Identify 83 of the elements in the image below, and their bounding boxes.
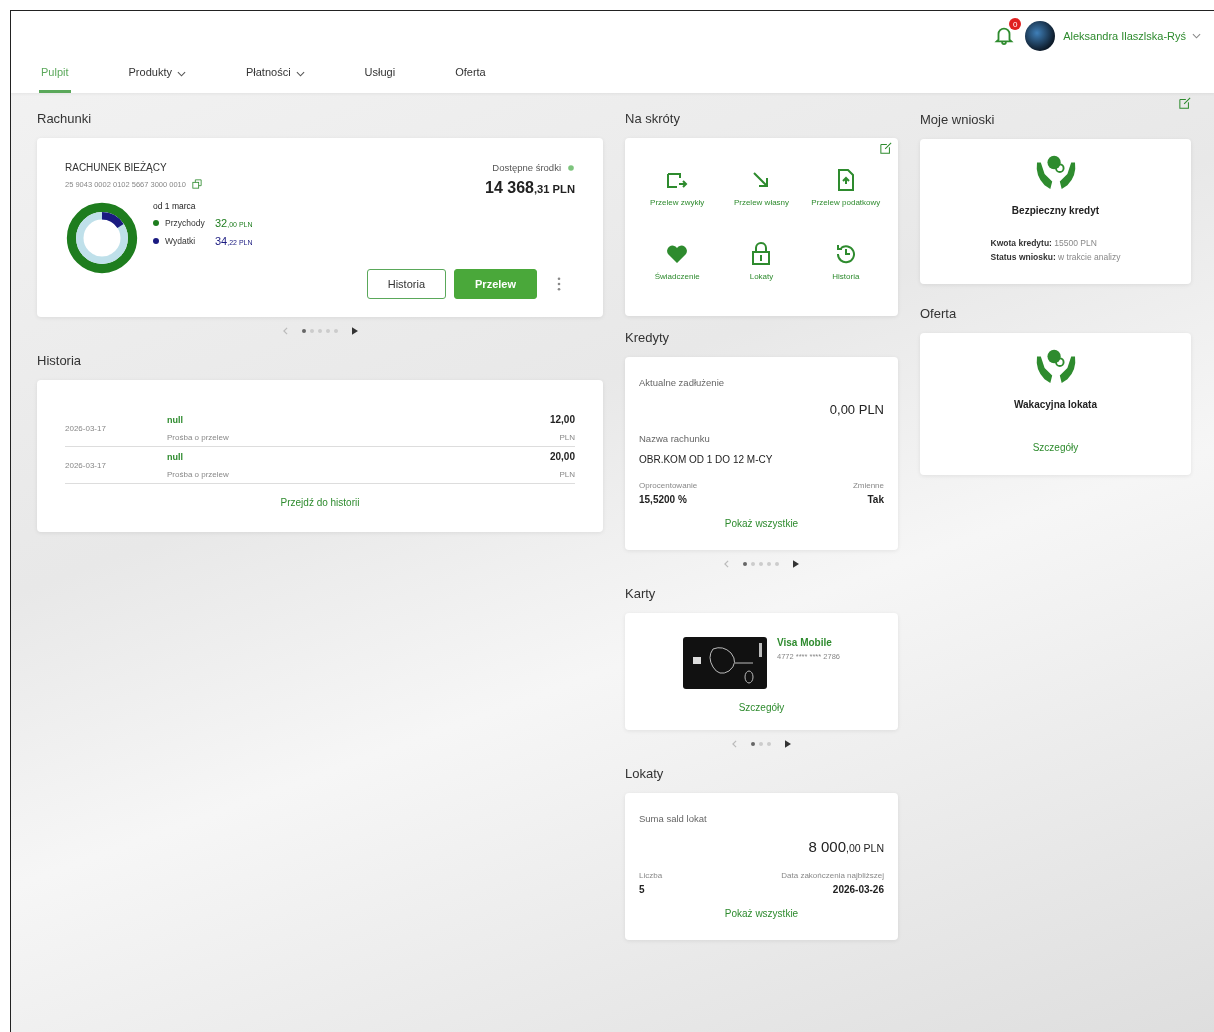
transaction-row[interactable]: 2026-03-17 null Prośba o przelew 20,00 PLN: [65, 447, 575, 484]
nav-tab[interactable]: Produkty: [126, 66, 188, 93]
count-value: 5: [639, 884, 646, 895]
interest-label: Oprocentowanie: [639, 481, 698, 490]
next-arrow-icon[interactable]: [793, 560, 799, 568]
details-link[interactable]: Szczegóły: [1032, 442, 1079, 453]
shortcut[interactable]: Lokaty: [719, 242, 804, 292]
transaction-date: 2026-03-17: [65, 460, 107, 470]
account-name: OBR.KOM OD 1 DO 12 M-CY: [639, 454, 774, 465]
details-link[interactable]: Szczegóły: [738, 702, 785, 713]
shortcut[interactable]: Historia: [803, 242, 888, 292]
interest-value: 15,5200 %: [639, 494, 688, 505]
debt-label: Aktualne zadłużenie: [639, 377, 726, 388]
nav-tab[interactable]: Płatności: [243, 66, 307, 93]
show-all-link[interactable]: Pokaż wszystkie: [724, 908, 799, 919]
transaction-date: 2026-03-17: [65, 423, 107, 433]
account-name: RACHUNEK BIEŻĄCY: [65, 162, 168, 173]
section-title: Historia: [37, 353, 83, 368]
application-detail: Kwota kredytu: 15500 PLN: [990, 238, 1098, 248]
history-link[interactable]: Przejdź do historii: [280, 497, 360, 508]
variable-label: Zmienne: [852, 481, 884, 490]
period-label: od 1 marca: [153, 201, 197, 211]
avatar[interactable]: [1025, 21, 1056, 51]
shortcut[interactable]: Przelew zwykły: [635, 168, 720, 218]
variable-value: Tak: [866, 494, 884, 505]
action-button[interactable]: Historia: [366, 269, 447, 299]
transaction-title: null: [167, 451, 184, 462]
legend-label: Przychody: [165, 218, 206, 228]
count-label: Liczba: [639, 871, 663, 880]
transaction-description: Prośba o przelew: [167, 469, 230, 479]
section-title: Karty: [625, 586, 657, 601]
offer-name: Wakacyjna lokata: [1014, 399, 1097, 410]
section-title: Lokaty: [625, 766, 665, 781]
shortcut[interactable]: Świadczenie: [635, 242, 720, 292]
section-title: Oferta: [920, 306, 958, 321]
application-detail: Status wniosku: w trakcie analizy: [990, 252, 1121, 262]
application-name: Bezpieczny kredyt: [1011, 205, 1100, 216]
legend-label: Wydatki: [165, 236, 197, 246]
pager-dot[interactable]: [751, 562, 755, 566]
amount: 8 000,00 PLN: [808, 838, 884, 855]
shortcut[interactable]: Przelew podatkowy: [803, 168, 888, 218]
pager-dot[interactable]: [751, 742, 755, 746]
chevron-down-icon: [1192, 33, 1201, 39]
transaction-amount: 12,00: [549, 414, 575, 425]
section-title: Kredyty: [625, 330, 671, 345]
transaction-title: null: [167, 414, 184, 425]
section-title: Na skróty: [625, 111, 681, 126]
shortcut[interactable]: Przelew własny: [719, 168, 804, 218]
transaction-currency: PLN: [559, 433, 575, 442]
account-name-label: Nazwa rachunku: [639, 433, 711, 444]
next-arrow-icon[interactable]: [351, 327, 358, 335]
deposits-sum-label: Suma sald lokat: [639, 813, 708, 824]
nav-tab[interactable]: Pulpit: [39, 66, 71, 93]
nav-tab[interactable]: Usługi: [362, 66, 398, 93]
available-funds-label: Dostępne środki: [492, 162, 561, 173]
section-title: Moje wnioski: [920, 112, 995, 127]
transaction-amount: 20,00: [549, 451, 575, 462]
pager-dot[interactable]: [743, 562, 747, 566]
pager-dot[interactable]: [759, 562, 763, 566]
debt-amount: 0,00 PLN: [829, 402, 884, 417]
more-options-icon[interactable]: [557, 277, 561, 291]
copy-icon[interactable]: [191, 179, 202, 189]
pager-dot[interactable]: [767, 562, 771, 566]
pager-dot[interactable]: [301, 329, 306, 333]
show-all-link[interactable]: Pokaż wszystkie: [724, 518, 799, 529]
transaction-currency: PLN: [559, 470, 575, 479]
end-date-label: Data zakończenia najbliższej: [781, 871, 884, 880]
section-title: Rachunki: [37, 111, 93, 126]
edit-icon[interactable]: [1179, 97, 1191, 109]
next-arrow-icon[interactable]: [785, 740, 791, 748]
nav-tab[interactable]: Oferta: [453, 66, 488, 93]
action-button[interactable]: Przelew: [454, 269, 537, 299]
end-date-value: 2026-03-26: [831, 884, 884, 895]
pager-dot[interactable]: [759, 742, 763, 746]
amount: 14 368,31 PLN: [485, 179, 575, 197]
user-menu[interactable]: Aleksandra Ilaszlska-Ryś: [1063, 30, 1201, 42]
notification-badge: 0: [1009, 18, 1022, 30]
pager-dot[interactable]: [775, 562, 779, 566]
card-name[interactable]: Visa Mobile: [777, 637, 840, 648]
pager-dot[interactable]: [767, 742, 771, 746]
edit-icon[interactable]: [880, 142, 892, 154]
transaction-row[interactable]: 2026-03-17 null Prośba o przelew 12,00 PLN: [65, 410, 575, 447]
transaction-description: Prośba o przelew: [167, 432, 230, 442]
